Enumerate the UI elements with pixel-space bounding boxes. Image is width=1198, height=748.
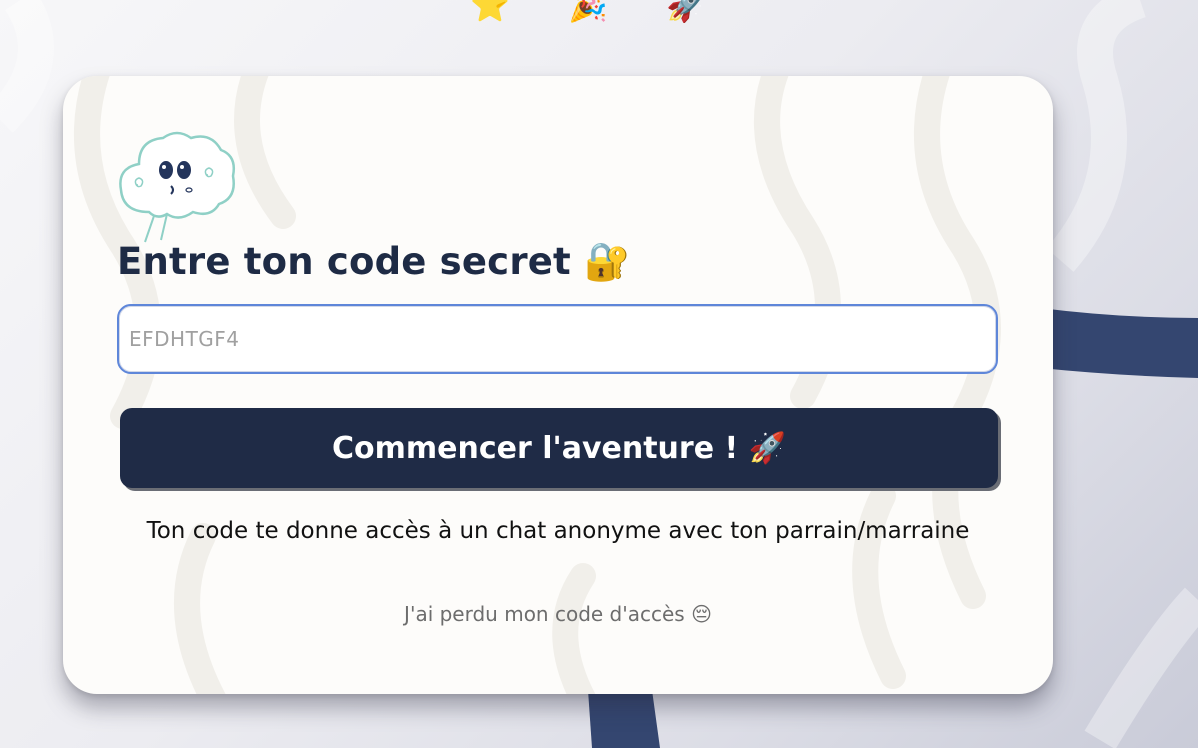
login-card: Entre ton code secret 🔐 Commencer l'aven… [63,76,1053,694]
start-adventure-button[interactable]: Commencer l'aventure ! 🚀 [120,408,998,488]
secret-code-input[interactable] [117,304,998,374]
page-title: Entre ton code secret 🔐 [117,240,631,283]
info-text: Ton code te donne accès à un chat anonym… [146,518,970,544]
cloud-mascot-icon [119,131,235,243]
lost-code-link[interactable]: J'ai perdu mon code d'accès 😔 [63,602,1053,626]
decorative-emojis: ⭐ 🎉 🚀 [470,0,730,24]
